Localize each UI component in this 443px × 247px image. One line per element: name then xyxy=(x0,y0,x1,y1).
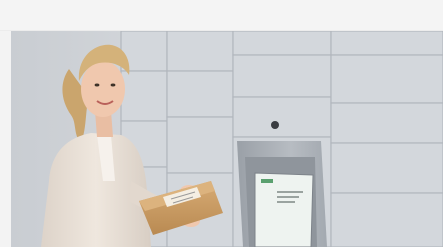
top-bar xyxy=(0,0,443,31)
kiosk xyxy=(237,141,327,247)
photo xyxy=(11,31,443,247)
camera xyxy=(271,121,279,129)
photo-illustration xyxy=(11,31,443,247)
